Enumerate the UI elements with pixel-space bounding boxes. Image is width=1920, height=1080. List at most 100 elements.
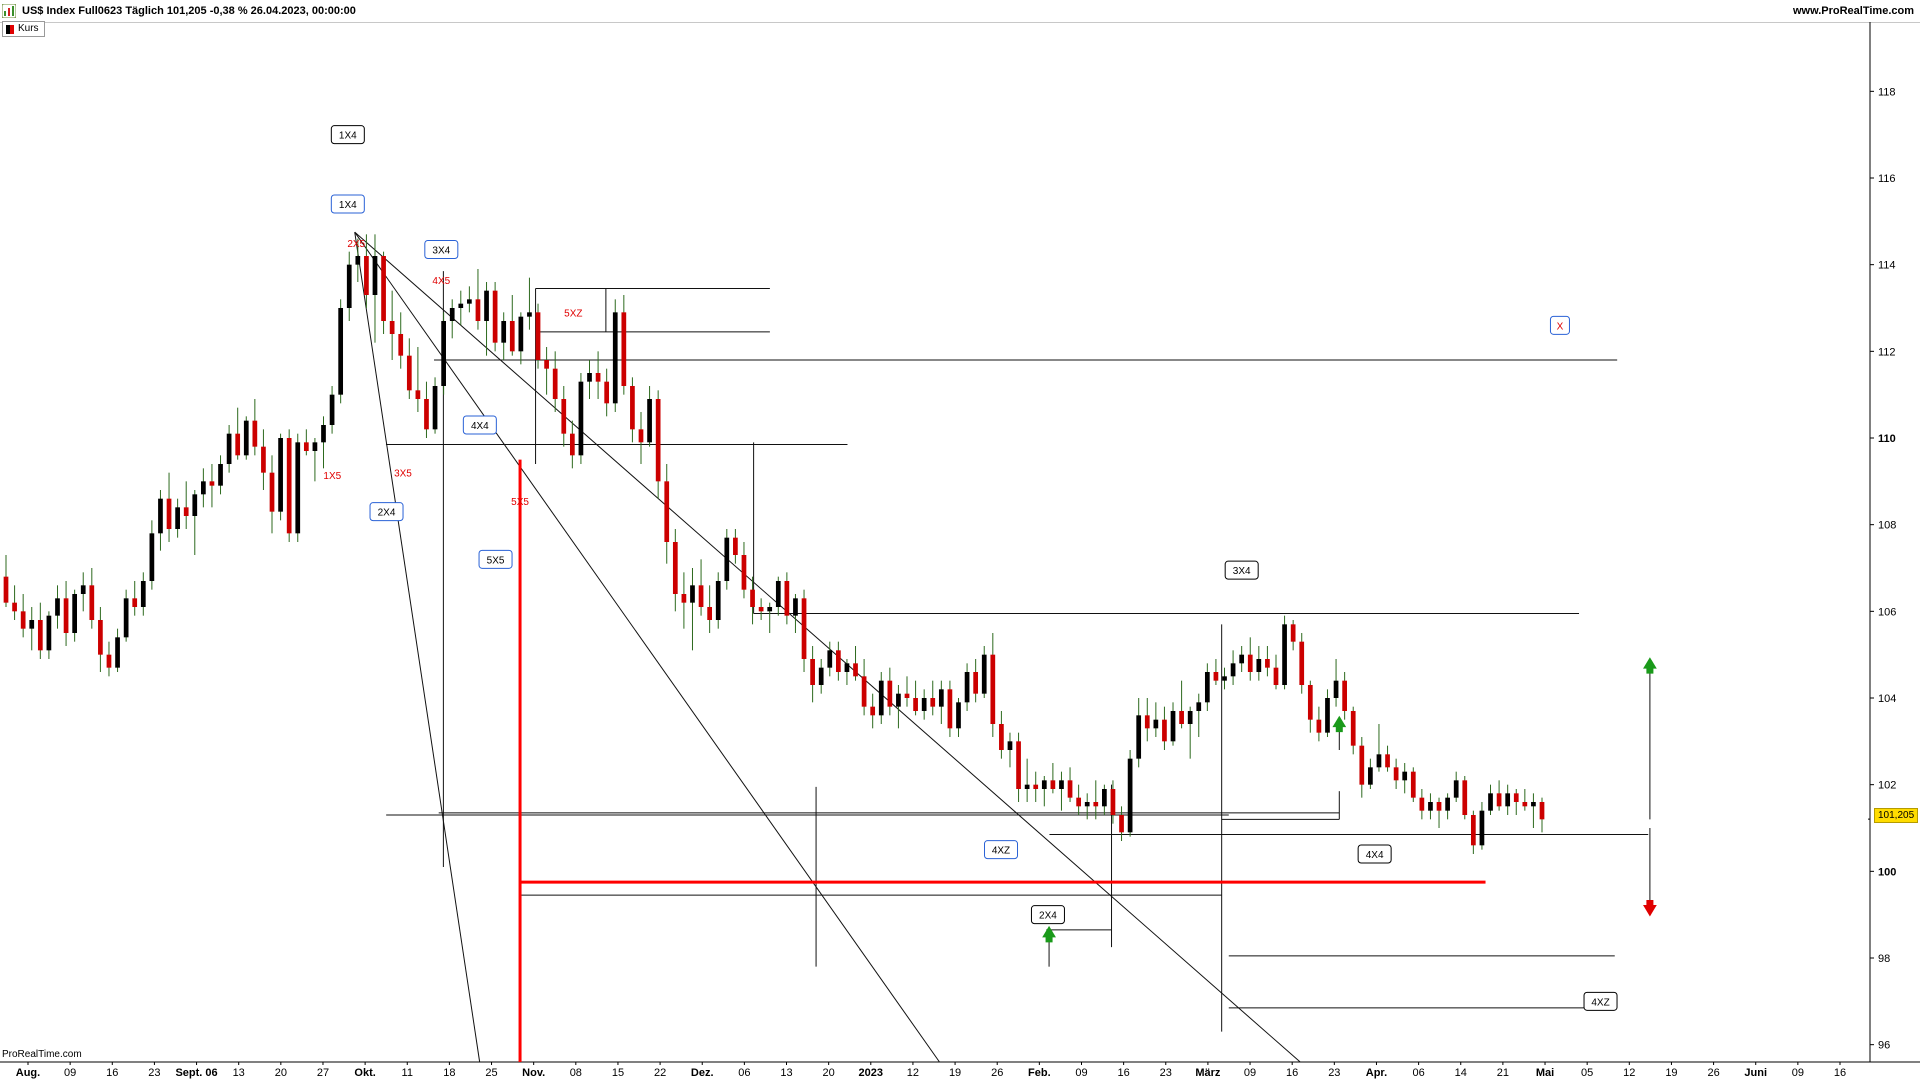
candle-body (827, 650, 833, 668)
last-price-label: 101,205 (1874, 808, 1919, 823)
x-tick-label: 11 (402, 1067, 413, 1079)
candle-body (1007, 741, 1013, 750)
x-tick-label: 09 (1792, 1067, 1804, 1079)
y-tick-label: 102 (1878, 780, 1896, 792)
candle-body (1024, 784, 1030, 789)
trend-line (354, 232, 481, 1063)
candle-body (1299, 641, 1305, 685)
candle-body (664, 481, 670, 542)
candle-body (192, 494, 198, 516)
candle-body (46, 615, 52, 651)
annotation-label: 2X4 (378, 508, 396, 519)
x-tick-label: Okt. (354, 1067, 375, 1079)
candle-body (853, 663, 858, 677)
candle-body (947, 689, 953, 729)
candle-body (612, 312, 618, 404)
annotation-label: 5X5 (487, 555, 505, 566)
candle-body (243, 420, 249, 456)
candle-body (218, 464, 223, 486)
candle-body (398, 334, 404, 356)
annotation-label: 2X5 (347, 239, 365, 250)
candle-body (1230, 663, 1236, 677)
candle-body (981, 654, 987, 694)
candle-body (132, 598, 138, 607)
candle-body (1016, 741, 1021, 789)
candle-body (1170, 711, 1176, 742)
candle-body (63, 598, 69, 633)
tick-labels: 9698100102104106108110112114116118Aug. 09… (16, 86, 1897, 1079)
x-tick-label: 18 (443, 1067, 455, 1079)
candle-body (1119, 815, 1124, 833)
candle-body (1273, 667, 1279, 685)
candle-body (123, 598, 129, 638)
x-tick-label: 2023 (859, 1067, 883, 1079)
candle-body (20, 611, 26, 629)
candle-body (1376, 754, 1382, 768)
candle-body (698, 585, 704, 607)
candle-body (140, 581, 146, 607)
candle-body (475, 299, 481, 321)
candles (3, 234, 1870, 854)
candle-body (201, 481, 206, 495)
price-chart[interactable]: 1X4 1X4 2X5 3X4 4X5 1X5 3X5 2X4 4X4 5X5 5X5 5XZ X 3X4… (0, 0, 1920, 1080)
candle-body (1531, 802, 1536, 807)
y-tick-label: 106 (1878, 606, 1896, 618)
candle-body (861, 676, 867, 707)
x-tick-label: 14 (1455, 1067, 1467, 1079)
candle-body (1076, 797, 1081, 807)
candle-body (887, 680, 893, 707)
candle-body (878, 680, 884, 716)
annotation-label: 5X5 (511, 497, 529, 508)
candle-body (29, 620, 35, 629)
candle-body (938, 689, 944, 707)
x-tick-label: 16 (1834, 1067, 1846, 1079)
candle-body (930, 698, 936, 707)
candle-body (818, 667, 824, 685)
y-tick-label: 98 (1878, 953, 1890, 965)
x-tick-label: 23 (1160, 1067, 1172, 1079)
candle-body (518, 316, 524, 352)
candle-body (1041, 780, 1047, 789)
candle-body (1187, 711, 1193, 724)
candle-body (1162, 719, 1167, 742)
candle-body (355, 256, 361, 265)
candle-body (681, 594, 687, 603)
candle-body (1033, 784, 1039, 789)
candle-body (1265, 659, 1270, 668)
candle-body (750, 589, 755, 607)
candle-body (1479, 810, 1485, 846)
candle-body (1462, 780, 1468, 815)
annotation-label: X (1557, 321, 1564, 332)
candle-body (647, 399, 652, 443)
x-tick-label: 23 (148, 1067, 160, 1079)
candle-body (1307, 685, 1313, 720)
annotation-label: 4XZ (1591, 997, 1609, 1008)
candle-body (295, 442, 301, 534)
candle-body (724, 537, 730, 581)
candle-body (630, 386, 635, 430)
candle-body (115, 637, 120, 668)
candle-body (467, 299, 472, 304)
candle-body (1428, 802, 1433, 811)
candle-body (715, 581, 721, 620)
candle-body (1470, 815, 1476, 846)
candle-body (1393, 767, 1399, 781)
x-tick-label: 13 (780, 1067, 792, 1079)
candle-body (767, 607, 773, 612)
candle-body (1179, 711, 1184, 724)
arrow-up-icon (1042, 925, 1056, 943)
y-tick-label: 114 (1878, 260, 1896, 272)
candle-body (338, 308, 344, 395)
candle-body (921, 698, 927, 711)
drawing-lines (354, 231, 1649, 1063)
candle-body (312, 442, 318, 451)
candle-body (158, 498, 163, 534)
candle-body (1359, 745, 1365, 785)
candle-body (364, 256, 369, 295)
x-tick-label: 09 (64, 1067, 76, 1079)
candle-body (1325, 698, 1330, 733)
x-tick-label: 21 (1497, 1067, 1509, 1079)
candle-body (1222, 676, 1227, 681)
y-tick-label: 108 (1878, 520, 1896, 532)
annotation-label: 2X4 (1039, 911, 1057, 922)
